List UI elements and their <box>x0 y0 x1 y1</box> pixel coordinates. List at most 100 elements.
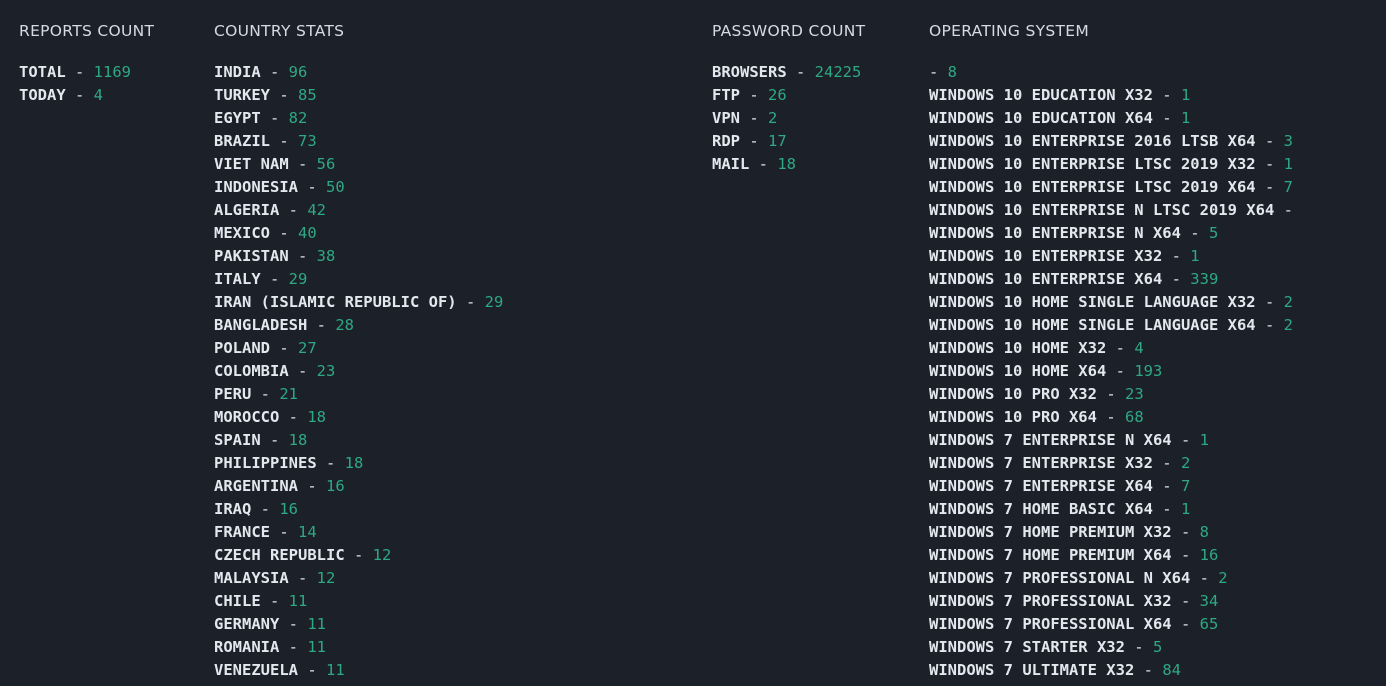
stat-separator: - <box>65 86 94 104</box>
stat-label: WINDOWS 7 STARTER X32 <box>929 638 1125 656</box>
stat-separator: - <box>740 132 768 150</box>
reports-count-list: TOTAL - 1169 TODAY - 4 <box>19 61 131 107</box>
stat-label: WINDOWS 10 HOME SINGLE LANGUAGE X64 <box>929 316 1256 334</box>
stat-row: WINDOWS 7 PROFESSIONAL X64 - 65 <box>929 613 1293 636</box>
stat-label: EGYPT <box>214 109 261 127</box>
stat-value: 85 <box>298 86 317 104</box>
stat-separator: - <box>1134 661 1163 679</box>
stat-row: PHILIPPINES - 18 <box>214 452 503 475</box>
stat-label: FTP <box>712 86 740 104</box>
stat-label: BANGLADESH <box>214 316 308 334</box>
stat-label: FRANCE <box>214 523 270 541</box>
stat-row: WINDOWS 7 ENTERPRISE X64 - 7 <box>929 475 1293 498</box>
stat-value: 84 <box>1162 661 1181 679</box>
stat-row: MOROCCO - 18 <box>214 406 503 429</box>
stat-label: ITALY <box>214 270 261 288</box>
stat-row: WINDOWS 7 STARTER X32 - 5 <box>929 636 1293 659</box>
stat-separator: - <box>279 408 308 426</box>
stat-value: 21 <box>279 385 298 403</box>
stat-value: 1169 <box>93 63 131 81</box>
stat-row: MEXICO - 40 <box>214 222 503 245</box>
stat-separator: - <box>1255 155 1284 173</box>
stat-label: WINDOWS 7 PROFESSIONAL X32 <box>929 592 1172 610</box>
stat-separator: - <box>270 224 298 242</box>
stat-separator: - <box>251 500 280 518</box>
stat-row: WINDOWS 10 ENTERPRISE N X64 - 5 <box>929 222 1293 245</box>
stat-separator: - <box>279 201 308 219</box>
stat-value: 34 <box>1199 592 1219 610</box>
stat-value: 11 <box>307 615 326 633</box>
stat-row: WINDOWS 10 ENTERPRISE X64 - 339 <box>929 268 1293 291</box>
stat-row: CHILE - 11 <box>214 590 503 613</box>
stat-value: 7 <box>1180 477 1191 495</box>
stat-separator: - <box>1106 362 1135 380</box>
country-stats-header: COUNTRY STATS <box>214 22 345 40</box>
stat-value: 8 <box>947 63 958 81</box>
stat-value: 2 <box>1283 293 1293 311</box>
stat-row: WINDOWS 10 ENTERPRISE N LTSC 2019 X64 - <box>929 199 1293 222</box>
stat-separator: - <box>740 109 768 127</box>
stat-label: WINDOWS 10 HOME SINGLE LANGUAGE X32 <box>929 293 1256 311</box>
stat-row: WINDOWS 10 ENTERPRISE LTSC 2019 X32 - 1 <box>929 153 1293 176</box>
stat-value: 11 <box>288 592 308 610</box>
stat-row: ALGERIA - 42 <box>214 199 503 222</box>
stat-label: VPN <box>712 109 740 127</box>
stat-label: WINDOWS 10 EDUCATION X64 <box>929 109 1153 127</box>
stat-label: SPAIN <box>214 431 261 449</box>
stat-row: TODAY - 4 <box>19 84 131 107</box>
stat-label: PERU <box>214 385 252 403</box>
reports-count-header: REPORTS COUNT <box>19 22 155 40</box>
stat-value: 2 <box>1283 316 1293 334</box>
stat-value: 18 <box>307 408 326 426</box>
stat-label: ARGENTINA <box>214 477 298 495</box>
stat-separator: - <box>1171 592 1200 610</box>
stat-separator: - <box>1096 408 1125 426</box>
stat-label: ALGERIA <box>214 201 280 219</box>
stat-label: BROWSERS <box>712 63 787 81</box>
stat-value: 16 <box>279 500 298 518</box>
stat-value: 42 <box>307 201 326 219</box>
stat-value: 68 <box>1124 408 1144 426</box>
stat-separator: - <box>456 293 485 311</box>
stat-label: WINDOWS 10 ENTERPRISE LTSC 2019 X32 <box>929 155 1256 173</box>
stat-value: 26 <box>768 86 787 104</box>
stat-separator: - <box>270 339 298 357</box>
stat-value: 40 <box>298 224 317 242</box>
stat-row: WINDOWS 7 PROFESSIONAL N X64 - 2 <box>929 567 1293 590</box>
stat-separator: - <box>344 546 373 564</box>
stat-row: INDONESIA - 50 <box>214 176 503 199</box>
stat-separator: - <box>1255 316 1284 334</box>
stat-label: WINDOWS 7 HOME PREMIUM X32 <box>929 523 1172 541</box>
stat-row: WINDOWS 10 HOME SINGLE LANGUAGE X64 - 2 <box>929 314 1293 337</box>
stat-value: 82 <box>288 109 308 127</box>
stat-row: POLAND - 27 <box>214 337 503 360</box>
stat-row: WINDOWS 10 HOME SINGLE LANGUAGE X32 - 2 <box>929 291 1293 314</box>
stat-label: WINDOWS 7 ENTERPRISE X64 <box>929 477 1153 495</box>
stat-label: BRAZIL <box>214 132 270 150</box>
stat-value: 96 <box>288 63 308 81</box>
stat-value: 28 <box>335 316 354 334</box>
stat-label: WINDOWS 7 PROFESSIONAL X64 <box>929 615 1172 633</box>
stat-label: INDIA <box>214 63 261 81</box>
stat-separator: - <box>786 63 815 81</box>
stat-separator: - <box>307 316 336 334</box>
stat-separator: - <box>1152 477 1181 495</box>
stat-label: WINDOWS 10 HOME X32 <box>929 339 1107 357</box>
stat-value: 2 <box>1180 454 1191 472</box>
stat-label: MEXICO <box>214 224 270 242</box>
stat-row: WINDOWS 7 ULTIMATE X32 - 84 <box>929 659 1293 682</box>
stat-row: - 8 <box>929 61 1293 84</box>
stat-value: 18 <box>288 431 308 449</box>
stat-row: MALAYSIA - 12 <box>214 567 503 590</box>
stat-row: WINDOWS 7 HOME PREMIUM X32 - 8 <box>929 521 1293 544</box>
stat-separator: - <box>929 63 948 81</box>
stat-label: WINDOWS 7 HOME BASIC X64 <box>929 500 1153 518</box>
stat-row: GERMANY - 11 <box>214 613 503 636</box>
stat-separator: - <box>260 592 289 610</box>
stat-row: FTP - 26 <box>712 84 861 107</box>
stat-separator: - <box>1096 385 1125 403</box>
password-count-header: PASSWORD COUNT <box>712 22 866 40</box>
stat-label: VIET NAM <box>214 155 289 173</box>
stat-value: 1 <box>1180 109 1191 127</box>
stat-label: WINDOWS 10 HOME X64 <box>929 362 1107 380</box>
